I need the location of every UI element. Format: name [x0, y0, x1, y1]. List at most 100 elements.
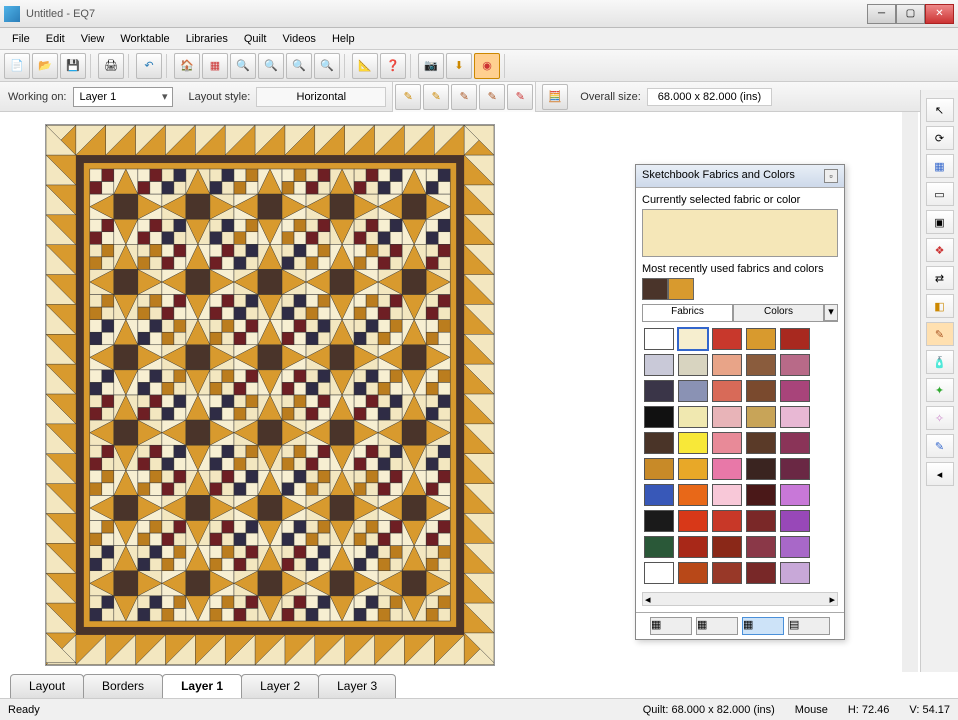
color-swatch[interactable]: [780, 536, 810, 558]
color-swatch[interactable]: [746, 380, 776, 402]
color-swatch[interactable]: [746, 536, 776, 558]
working-on-combo[interactable]: Layer 1: [73, 87, 173, 107]
menu-quilt[interactable]: Quilt: [236, 31, 275, 47]
select-tool[interactable]: ↖: [926, 98, 954, 122]
color-swatch[interactable]: [712, 484, 742, 506]
eyedrop-tool[interactable]: ✎: [926, 434, 954, 458]
color-swatch[interactable]: [644, 562, 674, 584]
panel-titlebar[interactable]: Sketchbook Fabrics and Colors ▫: [636, 165, 844, 188]
spray-tool[interactable]: ❖: [926, 238, 954, 262]
random-tool[interactable]: ✧: [926, 406, 954, 430]
menu-edit[interactable]: Edit: [38, 31, 73, 47]
zoom-fit-button[interactable]: 🔍: [286, 53, 312, 79]
view-med-button[interactable]: ▦: [696, 617, 738, 635]
color-swatch[interactable]: [780, 432, 810, 454]
library-button[interactable]: ▦: [202, 53, 228, 79]
paint-tool[interactable]: ✎: [926, 322, 954, 346]
mru-swatch[interactable]: [642, 278, 668, 300]
fabric-tool[interactable]: ◧: [926, 294, 954, 318]
color-swatch[interactable]: [712, 354, 742, 376]
color-swatch[interactable]: [644, 354, 674, 376]
export-button[interactable]: ⬇: [446, 53, 472, 79]
color-swatch[interactable]: [644, 328, 674, 350]
color-swatch[interactable]: [780, 328, 810, 350]
color-swatch[interactable]: [678, 510, 708, 532]
panel-close-button[interactable]: ▫: [824, 169, 838, 183]
applique-tool[interactable]: ✦: [926, 378, 954, 402]
color-swatch[interactable]: [746, 432, 776, 454]
tab-colors[interactable]: Colors: [733, 304, 824, 321]
view-large-button[interactable]: ▦: [742, 617, 784, 635]
color-swatch[interactable]: [644, 458, 674, 480]
menu-view[interactable]: View: [73, 31, 113, 47]
tab-layer3[interactable]: Layer 3: [318, 674, 396, 698]
close-button[interactable]: ✕: [925, 4, 954, 24]
color-swatch[interactable]: [780, 380, 810, 402]
brush-2[interactable]: ✎: [423, 84, 449, 110]
zoom-out-button[interactable]: 🔍: [258, 53, 284, 79]
color-swatch[interactable]: [780, 406, 810, 428]
print-button[interactable]: 🖨: [98, 53, 124, 79]
menu-libraries[interactable]: Libraries: [178, 31, 236, 47]
menu-help[interactable]: Help: [324, 31, 363, 47]
worktable-button[interactable]: 📐: [352, 53, 378, 79]
color-swatch[interactable]: [780, 562, 810, 584]
color-swatch[interactable]: [644, 380, 674, 402]
color-swatch[interactable]: [746, 562, 776, 584]
color-swatch[interactable]: [780, 354, 810, 376]
color-swatch[interactable]: [712, 562, 742, 584]
camera-button[interactable]: 📷: [418, 53, 444, 79]
view-list-button[interactable]: ▤: [788, 617, 830, 635]
tab-borders[interactable]: Borders: [83, 674, 163, 698]
color-swatch[interactable]: [746, 328, 776, 350]
brush-5[interactable]: ✎: [507, 84, 533, 110]
color-swatch[interactable]: [712, 432, 742, 454]
color-swatch[interactable]: [678, 354, 708, 376]
color-swatch[interactable]: [780, 458, 810, 480]
color-swatch[interactable]: [780, 510, 810, 532]
tab-fabrics[interactable]: Fabrics: [642, 304, 733, 321]
sketchbook-button[interactable]: 🏠: [174, 53, 200, 79]
tab-layer1[interactable]: Layer 1: [162, 674, 242, 698]
menu-file[interactable]: File: [4, 31, 38, 47]
quilt-canvas[interactable]: [45, 124, 495, 666]
open-button[interactable]: 📂: [32, 53, 58, 79]
color-swatch[interactable]: [678, 536, 708, 558]
color-swatch[interactable]: [746, 354, 776, 376]
vertical-scrollbar[interactable]: [902, 112, 918, 672]
color-swatch[interactable]: [678, 406, 708, 428]
color-swatch[interactable]: [678, 328, 708, 350]
help-button[interactable]: ❓: [380, 53, 406, 79]
zoom-actual-button[interactable]: 🔍: [314, 53, 340, 79]
color-swatch[interactable]: [712, 458, 742, 480]
menu-videos[interactable]: Videos: [275, 31, 324, 47]
brush-3[interactable]: ✎: [451, 84, 477, 110]
color-swatch[interactable]: [780, 484, 810, 506]
tab-dropdown[interactable]: ▾: [824, 304, 838, 321]
undo-button[interactable]: ↶: [136, 53, 162, 79]
minimize-button[interactable]: ─: [867, 4, 896, 24]
rotate-tool[interactable]: ⟳: [926, 126, 954, 150]
calc-button[interactable]: 🧮: [542, 84, 568, 110]
color-swatch[interactable]: [712, 380, 742, 402]
record-button[interactable]: ◉: [474, 53, 500, 79]
panel-hscroll[interactable]: ◂▸: [642, 592, 838, 606]
color-swatch[interactable]: [746, 406, 776, 428]
tab-layout[interactable]: Layout: [10, 674, 84, 698]
view-small-button[interactable]: ▦: [650, 617, 692, 635]
erase-tool[interactable]: ▭: [926, 182, 954, 206]
brush-4[interactable]: ✎: [479, 84, 505, 110]
color-swatch[interactable]: [644, 536, 674, 558]
spraycan-tool[interactable]: 🧴: [926, 350, 954, 374]
save-button[interactable]: 💾: [60, 53, 86, 79]
color-swatch[interactable]: [678, 562, 708, 584]
layer-tool[interactable]: ▣: [926, 210, 954, 234]
collapse-button[interactable]: ◂: [926, 462, 954, 486]
menu-worktable[interactable]: Worktable: [112, 31, 177, 47]
color-swatch[interactable]: [644, 432, 674, 454]
color-swatch[interactable]: [712, 328, 742, 350]
color-swatch[interactable]: [678, 380, 708, 402]
color-swatch[interactable]: [644, 406, 674, 428]
swap-tool[interactable]: ⇄: [926, 266, 954, 290]
mru-swatch[interactable]: [668, 278, 694, 300]
